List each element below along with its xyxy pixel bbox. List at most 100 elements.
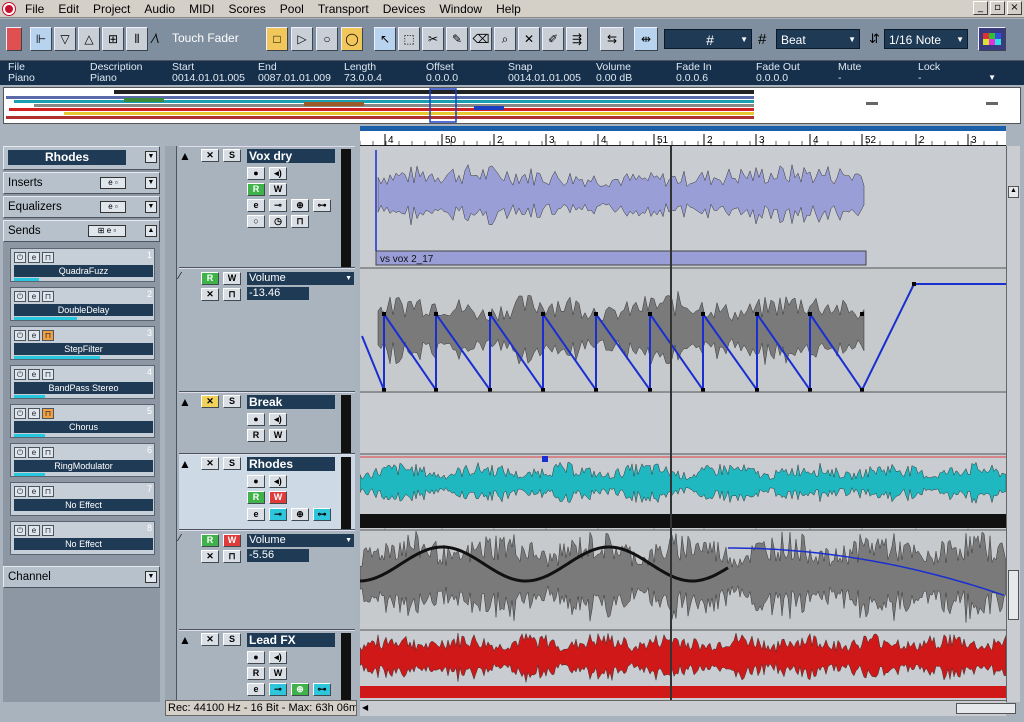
send-effect-name[interactable]: Chorus	[14, 421, 153, 433]
scroll-thumb[interactable]	[956, 703, 1016, 714]
send-icon[interactable]: ⊶	[313, 683, 331, 696]
automation-point[interactable]	[701, 388, 705, 392]
infoline-description[interactable]: Description Piano	[90, 62, 143, 84]
automation-point[interactable]	[912, 282, 916, 286]
send-prepost-icon[interactable]: ⊓	[42, 252, 54, 263]
loop-square-icon[interactable]: □	[266, 27, 288, 51]
send-power-icon[interactable]: ⏻	[14, 486, 26, 497]
automation-expand-icon[interactable]: ▲	[179, 395, 193, 409]
edit-channel-icon[interactable]: e	[247, 683, 265, 696]
automation-point[interactable]	[808, 388, 812, 392]
track-lead-fx[interactable]: ▲ ✕ S Lead FX ● ◂) R W e ⊸ ⊕ ⊶	[179, 630, 355, 702]
audio-event-vox[interactable]	[375, 250, 867, 266]
timeline-ruler[interactable]: 4 50 2 3 4 51 2 3 4 52 2 3	[360, 126, 1006, 146]
read-automation-button[interactable]: R	[201, 534, 219, 547]
project-overview[interactable]	[3, 87, 1021, 124]
send-effect-name[interactable]: No Effect	[14, 499, 153, 511]
send-power-icon[interactable]: ⏻	[14, 291, 26, 302]
send-slot-2[interactable]: ⏻ e ⊓ 2 DoubleDelay	[10, 287, 155, 321]
leadfx-event-bar[interactable]	[360, 686, 1006, 698]
solo-button[interactable]: S	[223, 457, 241, 470]
menu-project[interactable]: Project	[86, 0, 137, 18]
snap-mode-select[interactable]: #	[664, 29, 752, 50]
mute-tool-icon[interactable]: ✕	[518, 27, 540, 51]
infoline-value[interactable]: -	[918, 73, 940, 84]
send-level-bar[interactable]	[14, 278, 40, 281]
eq-icon[interactable]: ⊕	[291, 508, 309, 521]
menu-help[interactable]: Help	[489, 0, 528, 18]
send-slot-7[interactable]: ⏻ e ⊓ 7 No Effect	[10, 482, 155, 516]
send-edit-icon[interactable]: e	[28, 291, 40, 302]
track-rhodes[interactable]: ▲ ✕ S Rhodes ● ◂) R W e ⊸ ⊕ ⊶	[179, 454, 355, 530]
color-palette-icon[interactable]	[978, 27, 1006, 51]
mute-button[interactable]: ✕	[201, 149, 219, 162]
infoline-mute[interactable]: Mute -	[838, 62, 861, 84]
track-name[interactable]: Break	[247, 395, 335, 409]
record-arm-icon[interactable]: ●	[247, 475, 265, 488]
read-automation-button[interactable]: R	[201, 272, 219, 285]
inserts-bypass-icon[interactable]: e ▫	[100, 177, 126, 189]
edit-channel-icon[interactable]: e	[247, 199, 265, 212]
send-power-icon[interactable]: ⏻	[14, 330, 26, 341]
track-vox-dry[interactable]: ▲ ✕ S Vox dry ● ◂) R W e ⊸ ⊕ ⊶ ○ ◷ ⊓	[179, 146, 355, 268]
send-edit-icon[interactable]: e	[28, 369, 40, 380]
expand-icon[interactable]: ▼	[145, 201, 157, 213]
eq-bypass-icon[interactable]: e ▫	[100, 201, 126, 213]
channel-section[interactable]: Channel ▼	[3, 566, 160, 588]
write-automation-button[interactable]: W	[269, 491, 287, 504]
monitor-icon[interactable]: ◂)	[269, 413, 287, 426]
automation-mode-select[interactable]: Touch Fader	[172, 31, 239, 45]
monitor-icon[interactable]: ◂)	[269, 475, 287, 488]
send-edit-icon[interactable]: e	[28, 330, 40, 341]
menu-pool[interactable]: Pool	[273, 0, 311, 18]
send-power-icon[interactable]: ⏻	[14, 408, 26, 419]
automation-point[interactable]	[860, 312, 864, 316]
mute-button[interactable]: ✕	[201, 457, 219, 470]
infoline-offset[interactable]: Offset 0.0.0.0	[426, 62, 458, 84]
automation-expand-icon[interactable]: ▲	[179, 149, 193, 163]
infoline-value[interactable]: -	[838, 73, 861, 84]
send-effect-name[interactable]: QuadraFuzz	[14, 265, 153, 277]
eraser-tool-icon[interactable]: ⌫	[470, 27, 492, 51]
automation-point[interactable]	[808, 312, 812, 316]
send-edit-icon[interactable]: e	[28, 486, 40, 497]
quantize-select[interactable]: 1/16 Note	[884, 29, 968, 50]
lasso-icon[interactable]: ◯	[341, 27, 363, 51]
read-automation-button[interactable]: R	[247, 667, 265, 680]
read-automation-button[interactable]: R	[247, 183, 265, 196]
autoscroll-icon[interactable]: ⇹	[634, 27, 658, 51]
send-prepost-icon[interactable]: ⊓	[42, 369, 54, 380]
split-tool-icon[interactable]: ✂	[422, 27, 444, 51]
write-automation-button[interactable]: W	[223, 272, 241, 285]
record-enable-icon[interactable]	[6, 27, 22, 51]
send-icon[interactable]: ⊶	[313, 199, 331, 212]
infoline-fade-in[interactable]: Fade In 0.0.0.6	[676, 62, 712, 84]
menu-transport[interactable]: Transport	[311, 0, 376, 18]
automation-point[interactable]	[701, 312, 705, 316]
send-effect-name[interactable]: BandPass Stereo	[14, 382, 153, 394]
send-prepost-icon[interactable]: ⊓	[42, 408, 54, 419]
menu-midi[interactable]: MIDI	[182, 0, 221, 18]
send-prepost-icon[interactable]: ⊓	[42, 291, 54, 302]
record-arm-icon[interactable]: ●	[247, 413, 265, 426]
infoline-length[interactable]: Length 73.0.0.4	[344, 62, 382, 84]
inspector-toggle-icon[interactable]: ⊩	[30, 27, 52, 51]
read-automation-button[interactable]: R	[247, 429, 265, 442]
zoom-tool-icon[interactable]: ⌕	[494, 27, 516, 51]
infoline-value[interactable]: 0014.01.01.005	[508, 73, 581, 84]
track-name[interactable]: Lead FX	[247, 633, 335, 647]
send-power-icon[interactable]: ⏻	[14, 369, 26, 380]
menu-audio[interactable]: Audio	[137, 0, 182, 18]
automation-point[interactable]	[434, 388, 438, 392]
lane-icon[interactable]: ○	[247, 215, 265, 228]
send-edit-icon[interactable]: e	[28, 447, 40, 458]
automation-point[interactable]	[434, 312, 438, 316]
scroll-left-icon[interactable]: ◀	[362, 703, 374, 714]
automation-expand-icon[interactable]: ▲	[179, 457, 193, 471]
cubase-logo-icon[interactable]	[0, 0, 18, 18]
timebase-icon[interactable]: ◷	[269, 215, 287, 228]
automation-point[interactable]	[382, 388, 386, 392]
arrange-window[interactable]: vs vox 2_17	[360, 146, 1006, 702]
automation-point[interactable]	[648, 388, 652, 392]
send-level-bar[interactable]	[14, 473, 45, 476]
